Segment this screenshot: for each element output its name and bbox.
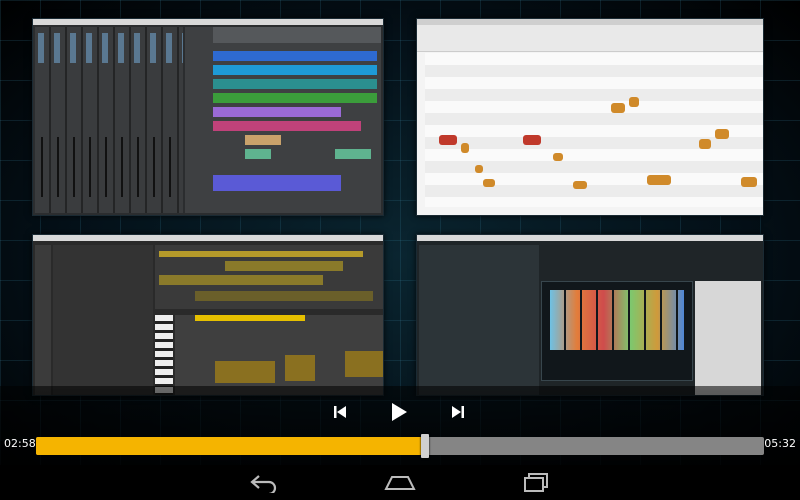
seek-thumb[interactable] [421,434,430,458]
play-button[interactable] [385,398,413,426]
skip-previous-icon [334,406,346,418]
pro-tools-session-screenshot [32,18,384,216]
app-menu-bar [33,19,383,25]
edit-window [185,27,381,213]
kit-selector [695,281,761,395]
skip-next-icon [452,406,464,418]
seek-progress-fill [36,437,426,455]
play-icon [392,403,407,421]
recent-apps-button[interactable] [506,465,566,500]
logic-pro-session-screenshot [32,234,384,396]
mixer-window [35,27,183,213]
back-arrow-icon [250,474,277,493]
next-button[interactable] [444,398,472,426]
track-regions [155,245,383,309]
piano-roll [175,315,383,395]
current-time-label: 02:58 [4,437,36,450]
home-button[interactable] [370,465,430,500]
note-blob-area [425,53,763,207]
system-navigation-bar [0,465,800,500]
recent-apps-icon [524,472,548,492]
previous-button[interactable] [326,398,354,426]
seek-bar[interactable] [36,437,764,455]
plugin-window [541,281,693,381]
home-icon [384,475,416,490]
melodyne-editor-screenshot [416,18,764,216]
track-list [419,245,539,395]
back-button[interactable] [234,465,294,500]
total-time-label: 05:32 [764,437,796,450]
drum-machine-plugin-screenshot [416,234,764,396]
